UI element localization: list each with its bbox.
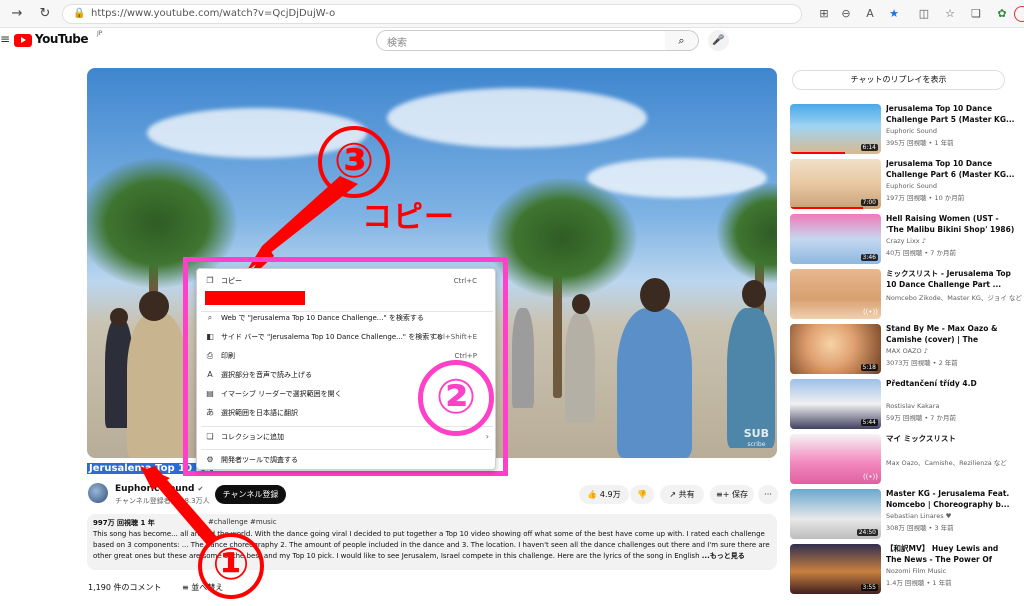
menu-label: Web で "Jerusalema Top 10 Dance Challenge… [221, 314, 424, 322]
menu-divider [201, 449, 493, 450]
menu-label: サイド バーで "Jerusalema Top 10 Dance Challen… [221, 333, 444, 341]
menu-item-sidebar-search[interactable]: ◧ サイド バーで "Jerusalema Top 10 Dance Chall… [197, 328, 497, 346]
menu-shortcut: Ctrl+C [453, 277, 477, 285]
annotation-copy-text: コピー [362, 200, 455, 235]
annotation-step-1: ① [198, 533, 264, 599]
menu-shortcut: Ctrl+Shift+E [432, 333, 477, 341]
menu-label: コレクションに追加 [221, 433, 284, 441]
menu-item-web-search[interactable]: ⌕ Web で "Jerusalema Top 10 Dance Challen… [197, 309, 497, 327]
devtools-icon: ⚙ [206, 455, 214, 464]
menu-label: イマーシブ リーダーで選択範囲を開く [221, 390, 342, 398]
menu-item-devtools[interactable]: ⚙ 開発者ツールで調査する [197, 451, 497, 469]
copy-icon: ❐ [206, 276, 214, 285]
menu-label: コピー [221, 277, 242, 285]
redaction-bar [205, 291, 305, 305]
annotation-arrows [140, 176, 358, 546]
search-icon: ⌕ [207, 313, 213, 322]
annotation-step-3: ③ [318, 126, 390, 198]
immersive-reader-icon: ▤ [206, 389, 214, 398]
menu-label: 開発者ツールで調査する [221, 456, 298, 464]
menu-label: 選択範囲を日本語に翻訳 [221, 409, 298, 417]
annotation-step-2: ② [418, 360, 494, 436]
translate-icon: あ [206, 408, 214, 417]
menu-label: 印刷 [221, 352, 235, 360]
read-aloud-icon: A [207, 370, 213, 379]
print-icon: ⎙ [206, 351, 214, 360]
menu-label: 選択部分を音声で読み上げる [221, 371, 312, 379]
menu-item-copy[interactable]: ❐ コピー Ctrl+C [197, 272, 497, 290]
collection-icon: ❏ [206, 432, 214, 441]
chevron-right-icon: › [485, 432, 489, 441]
sidebar-icon: ◧ [206, 332, 214, 341]
